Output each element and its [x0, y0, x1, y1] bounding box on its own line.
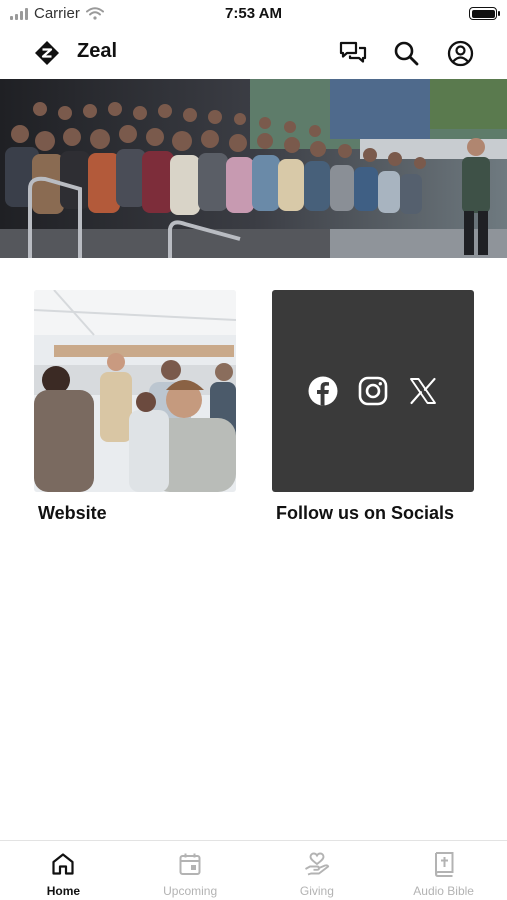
search-button[interactable]	[391, 38, 421, 68]
profile-icon	[447, 40, 473, 66]
tab-upcoming[interactable]: Upcoming	[127, 841, 254, 900]
chat-icon	[339, 41, 367, 63]
tab-upcoming-label: Upcoming	[163, 884, 218, 898]
giving-hand-icon	[304, 852, 330, 876]
chat-button[interactable]	[338, 38, 368, 68]
battery-icon	[469, 7, 500, 20]
hero-image[interactable]	[0, 79, 507, 258]
zeal-logo-icon	[35, 41, 59, 65]
website-card[interactable]: Website	[34, 290, 236, 524]
tab-home[interactable]: Home	[0, 841, 127, 900]
profile-button[interactable]	[445, 38, 475, 68]
bottom-tab-bar: Home Upcoming Giving Audio Bible	[0, 840, 507, 900]
tab-home-label: Home	[46, 884, 81, 898]
website-card-image	[34, 290, 236, 492]
conference-audience-photo	[0, 79, 507, 258]
socials-card-panel	[272, 290, 474, 492]
home-icon	[52, 853, 74, 875]
instagram-button[interactable]	[357, 375, 389, 407]
event-attendees-photo	[34, 290, 236, 492]
calendar-icon	[179, 853, 201, 875]
status-time: 7:53 AM	[225, 5, 282, 22]
app-header: Zeal	[0, 30, 507, 76]
website-card-label: Website	[38, 503, 107, 523]
tab-audio-bible[interactable]: Audio Bible	[380, 841, 507, 900]
socials-card-label: Follow us on Socials	[276, 503, 455, 523]
tab-giving-label: Giving	[299, 884, 334, 898]
search-icon	[394, 41, 419, 66]
status-bar: Carrier 7:53 AM	[0, 0, 507, 28]
instagram-icon	[358, 376, 388, 406]
app-title: Zeal	[77, 40, 118, 62]
tab-audio-bible-label: Audio Bible	[413, 884, 474, 898]
socials-card[interactable]: Follow us on Socials	[272, 290, 474, 524]
tab-giving[interactable]: Giving	[254, 841, 381, 900]
x-icon	[410, 377, 436, 405]
facebook-button[interactable]	[307, 375, 339, 407]
facebook-icon	[308, 376, 338, 406]
bible-icon	[434, 852, 454, 877]
x-button[interactable]	[407, 375, 439, 407]
